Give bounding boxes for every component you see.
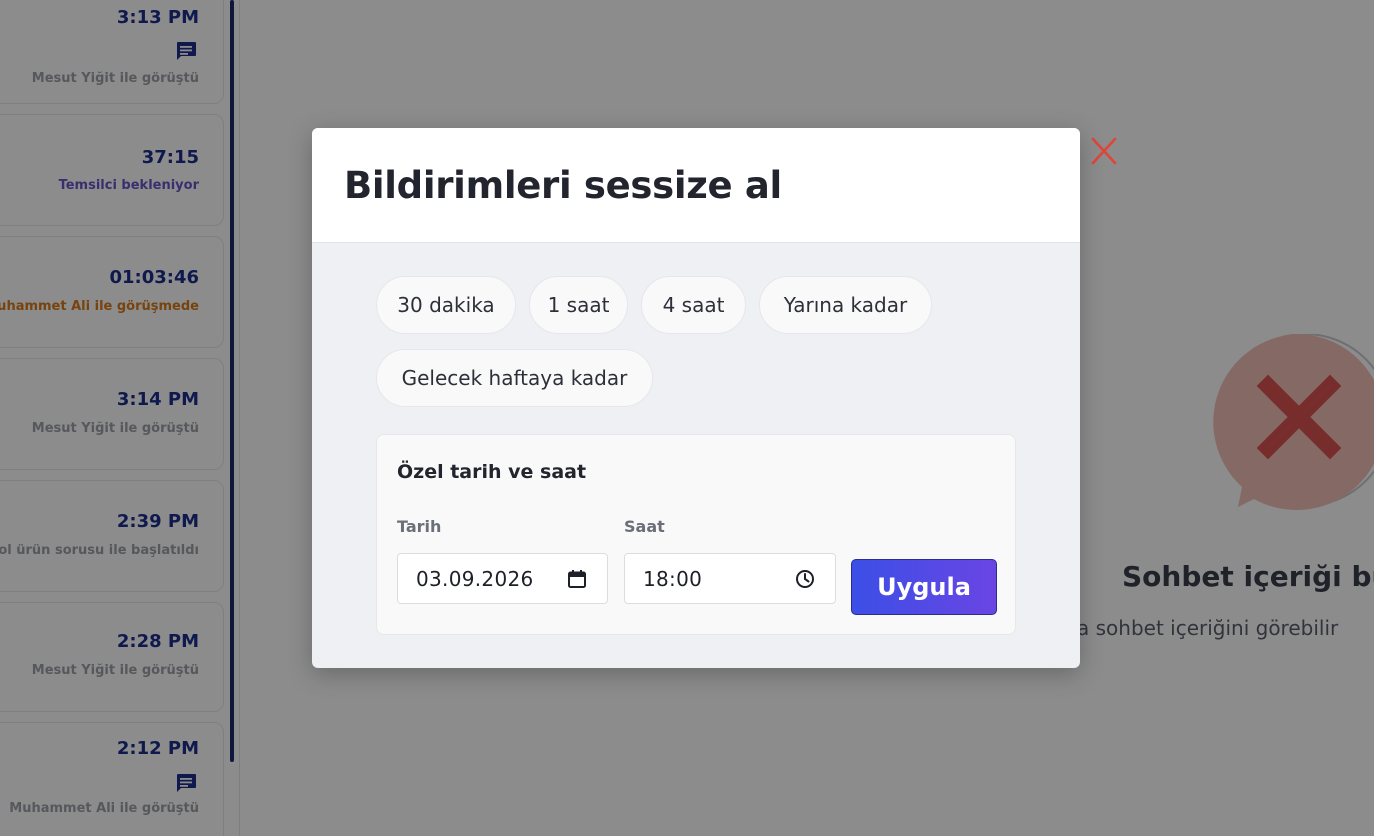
time-input[interactable]: 18:00 — [624, 553, 836, 604]
apply-button[interactable]: Uygula — [851, 559, 997, 615]
close-icon[interactable] — [1090, 136, 1118, 166]
modal-title: Bildirimleri sessize al — [344, 164, 782, 207]
calendar-icon[interactable] — [567, 569, 587, 589]
preset-30-minutes-button[interactable]: 30 dakika — [376, 276, 516, 334]
preset-until-next-week-button[interactable]: Gelecek haftaya kadar — [376, 349, 653, 407]
custom-datetime-panel: Özel tarih ve saat Tarih 03.09.2026 Saat… — [376, 434, 1016, 635]
preset-until-tomorrow-button[interactable]: Yarına kadar — [759, 276, 932, 334]
clock-icon[interactable] — [795, 569, 815, 589]
mute-notifications-modal: Bildirimleri sessize al 30 dakika 1 saat… — [312, 128, 1080, 668]
preset-4-hours-button[interactable]: 4 saat — [641, 276, 746, 334]
date-input[interactable]: 03.09.2026 — [397, 553, 608, 604]
time-label: Saat — [624, 517, 665, 536]
time-value: 18:00 — [643, 566, 703, 591]
preset-1-hour-button[interactable]: 1 saat — [529, 276, 628, 334]
custom-datetime-title: Özel tarih ve saat — [397, 461, 587, 483]
date-value: 03.09.2026 — [416, 566, 534, 591]
date-label: Tarih — [397, 517, 442, 536]
modal-header: Bildirimleri sessize al — [312, 128, 1080, 243]
